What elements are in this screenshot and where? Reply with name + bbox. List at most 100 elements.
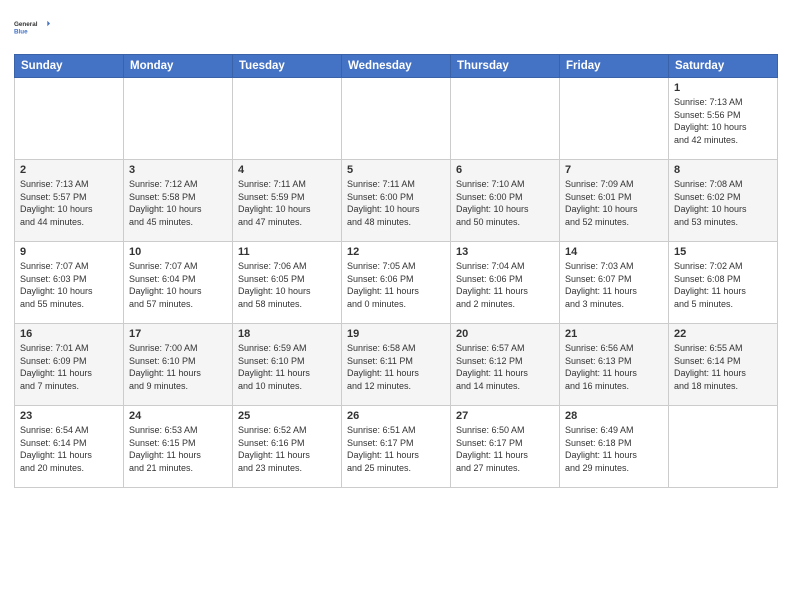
day-number-26: 26 <box>347 410 445 422</box>
day-info-6: Sunrise: 7:10 AMSunset: 6:00 PMDaylight:… <box>456 178 554 228</box>
day-21: 21 Sunrise: 6:56 AMSunset: 6:13 PMDayligh… <box>560 324 669 406</box>
day-1: 1 Sunrise: 7:13 AMSunset: 5:56 PMDaylight… <box>669 78 778 160</box>
day-info-1: Sunrise: 7:13 AMSunset: 5:56 PMDaylight:… <box>674 96 772 146</box>
day-17: 17Sunrise: 7:00 AMSunset: 6:10 PMDayligh… <box>124 324 233 406</box>
day-number-25: 25 <box>238 410 336 422</box>
day-info-27: Sunrise: 6:50 AMSunset: 6:17 PMDaylight:… <box>456 424 554 474</box>
day-info-21: Sunrise: 6:56 AMSunset: 6:13 PMDaylight:… <box>565 342 663 392</box>
day-number-18: 18 <box>238 328 336 340</box>
day-15: 15 Sunrise: 7:02 AMSunset: 6:08 PMDayligh… <box>669 242 778 324</box>
day-info-25: Sunrise: 6:52 AMSunset: 6:16 PMDaylight:… <box>238 424 336 474</box>
day-number-4: 4 <box>238 164 336 176</box>
calendar-table: SundayMondayTuesdayWednesdayThursdayFrid… <box>14 54 778 488</box>
svg-text:General: General <box>14 21 38 28</box>
day-22: 22Sunrise: 6:55 AMSunset: 6:14 PMDayligh… <box>669 324 778 406</box>
day-11: 11 Sunrise: 7:06 AMSunset: 6:05 PMDayligh… <box>233 242 342 324</box>
day-number-1: 1 <box>674 82 772 94</box>
day-19: 19 Sunrise: 6:58 AMSunset: 6:11 PMDayligh… <box>342 324 451 406</box>
week-row-1: 1 Sunrise: 7:13 AMSunset: 5:56 PMDaylight… <box>15 78 778 160</box>
day-number-10: 10 <box>129 246 227 258</box>
day-5: 5 Sunrise: 7:11 AMSunset: 6:00 PMDaylight… <box>342 160 451 242</box>
day-number-21: 21 <box>565 328 663 340</box>
day-20: 20 Sunrise: 6:57 AMSunset: 6:12 PMDayligh… <box>451 324 560 406</box>
empty-cell <box>560 78 669 160</box>
weekday-friday: Friday <box>560 55 669 78</box>
day-23: 23Sunrise: 6:54 AMSunset: 6:14 PMDayligh… <box>15 406 124 488</box>
empty-cell <box>342 78 451 160</box>
day-info-10: Sunrise: 7:07 AMSunset: 6:04 PMDaylight:… <box>129 260 227 310</box>
day-info-26: Sunrise: 6:51 AMSunset: 6:17 PMDaylight:… <box>347 424 445 474</box>
week-row-5: 23Sunrise: 6:54 AMSunset: 6:14 PMDayligh… <box>15 406 778 488</box>
day-number-11: 11 <box>238 246 336 258</box>
day-number-5: 5 <box>347 164 445 176</box>
day-number-19: 19 <box>347 328 445 340</box>
day-number-16: 16 <box>20 328 118 340</box>
day-24: 24 Sunrise: 6:53 AMSunset: 6:15 PMDayligh… <box>124 406 233 488</box>
day-info-16: Sunrise: 7:01 AMSunset: 6:09 PMDaylight:… <box>20 342 118 392</box>
day-info-22: Sunrise: 6:55 AMSunset: 6:14 PMDaylight:… <box>674 342 772 392</box>
day-info-7: Sunrise: 7:09 AMSunset: 6:01 PMDaylight:… <box>565 178 663 228</box>
day-3: 3 Sunrise: 7:12 AMSunset: 5:58 PMDaylight… <box>124 160 233 242</box>
day-4: 4 Sunrise: 7:11 AMSunset: 5:59 PMDaylight… <box>233 160 342 242</box>
logo: General Blue <box>14 10 50 46</box>
day-8: 8 Sunrise: 7:08 AMSunset: 6:02 PMDaylight… <box>669 160 778 242</box>
day-number-23: 23 <box>20 410 118 422</box>
week-row-2: 2Sunrise: 7:13 AMSunset: 5:57 PMDaylight… <box>15 160 778 242</box>
day-info-9: Sunrise: 7:07 AMSunset: 6:03 PMDaylight:… <box>20 260 118 310</box>
day-7: 7 Sunrise: 7:09 AMSunset: 6:01 PMDaylight… <box>560 160 669 242</box>
header: General Blue <box>14 10 778 46</box>
day-info-28: Sunrise: 6:49 AMSunset: 6:18 PMDaylight:… <box>565 424 663 474</box>
week-row-3: 9 Sunrise: 7:07 AMSunset: 6:03 PMDaylight… <box>15 242 778 324</box>
day-6: 6 Sunrise: 7:10 AMSunset: 6:00 PMDaylight… <box>451 160 560 242</box>
day-number-3: 3 <box>129 164 227 176</box>
day-14: 14 Sunrise: 7:03 AMSunset: 6:07 PMDayligh… <box>560 242 669 324</box>
day-number-7: 7 <box>565 164 663 176</box>
day-number-28: 28 <box>565 410 663 422</box>
day-number-20: 20 <box>456 328 554 340</box>
day-number-24: 24 <box>129 410 227 422</box>
weekday-monday: Monday <box>124 55 233 78</box>
day-number-9: 9 <box>20 246 118 258</box>
day-info-19: Sunrise: 6:58 AMSunset: 6:11 PMDaylight:… <box>347 342 445 392</box>
empty-cell <box>669 406 778 488</box>
day-info-5: Sunrise: 7:11 AMSunset: 6:00 PMDaylight:… <box>347 178 445 228</box>
weekday-tuesday: Tuesday <box>233 55 342 78</box>
day-info-14: Sunrise: 7:03 AMSunset: 6:07 PMDaylight:… <box>565 260 663 310</box>
day-number-2: 2 <box>20 164 118 176</box>
day-number-17: 17 <box>129 328 227 340</box>
week-row-4: 16 Sunrise: 7:01 AMSunset: 6:09 PMDayligh… <box>15 324 778 406</box>
day-info-13: Sunrise: 7:04 AMSunset: 6:06 PMDaylight:… <box>456 260 554 310</box>
weekday-wednesday: Wednesday <box>342 55 451 78</box>
day-info-15: Sunrise: 7:02 AMSunset: 6:08 PMDaylight:… <box>674 260 772 310</box>
day-info-12: Sunrise: 7:05 AMSunset: 6:06 PMDaylight:… <box>347 260 445 310</box>
day-number-15: 15 <box>674 246 772 258</box>
day-27: 27 Sunrise: 6:50 AMSunset: 6:17 PMDayligh… <box>451 406 560 488</box>
day-number-6: 6 <box>456 164 554 176</box>
day-number-14: 14 <box>565 246 663 258</box>
empty-cell <box>124 78 233 160</box>
empty-cell <box>15 78 124 160</box>
weekday-header-row: SundayMondayTuesdayWednesdayThursdayFrid… <box>15 55 778 78</box>
day-number-27: 27 <box>456 410 554 422</box>
day-number-8: 8 <box>674 164 772 176</box>
day-info-24: Sunrise: 6:53 AMSunset: 6:15 PMDaylight:… <box>129 424 227 474</box>
svg-text:Blue: Blue <box>14 28 28 35</box>
day-info-20: Sunrise: 6:57 AMSunset: 6:12 PMDaylight:… <box>456 342 554 392</box>
day-number-13: 13 <box>456 246 554 258</box>
day-2: 2Sunrise: 7:13 AMSunset: 5:57 PMDaylight… <box>15 160 124 242</box>
day-info-4: Sunrise: 7:11 AMSunset: 5:59 PMDaylight:… <box>238 178 336 228</box>
empty-cell <box>233 78 342 160</box>
day-12: 12 Sunrise: 7:05 AMSunset: 6:06 PMDayligh… <box>342 242 451 324</box>
day-number-12: 12 <box>347 246 445 258</box>
day-info-3: Sunrise: 7:12 AMSunset: 5:58 PMDaylight:… <box>129 178 227 228</box>
day-25: 25 Sunrise: 6:52 AMSunset: 6:16 PMDayligh… <box>233 406 342 488</box>
weekday-sunday: Sunday <box>15 55 124 78</box>
day-info-11: Sunrise: 7:06 AMSunset: 6:05 PMDaylight:… <box>238 260 336 310</box>
day-info-8: Sunrise: 7:08 AMSunset: 6:02 PMDaylight:… <box>674 178 772 228</box>
day-28: 28 Sunrise: 6:49 AMSunset: 6:18 PMDayligh… <box>560 406 669 488</box>
weekday-thursday: Thursday <box>451 55 560 78</box>
day-9: 9 Sunrise: 7:07 AMSunset: 6:03 PMDaylight… <box>15 242 124 324</box>
weekday-saturday: Saturday <box>669 55 778 78</box>
day-info-18: Sunrise: 6:59 AMSunset: 6:10 PMDaylight:… <box>238 342 336 392</box>
day-13: 13 Sunrise: 7:04 AMSunset: 6:06 PMDayligh… <box>451 242 560 324</box>
